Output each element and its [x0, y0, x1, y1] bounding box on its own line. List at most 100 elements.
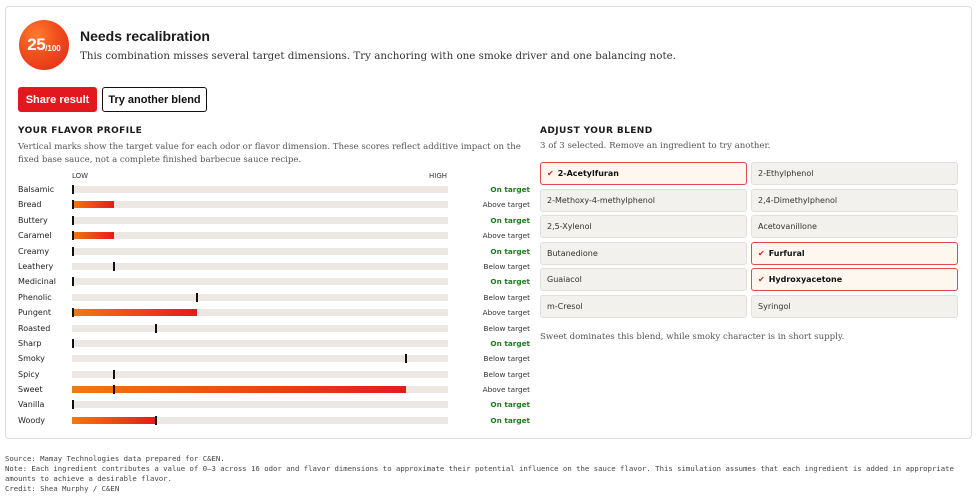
flavor-profile-note: Vertical marks show the target value for…	[18, 142, 521, 165]
flavor-label: Medicinal	[18, 277, 56, 287]
results-card: 25/100 Needs recalibration This combinat…	[5, 6, 972, 439]
flavor-label: Creamy	[18, 246, 50, 256]
target-status: On target	[490, 338, 530, 348]
flavor-row: Caramel Above target	[18, 228, 530, 243]
flavor-track	[72, 261, 448, 271]
flavor-track	[72, 292, 448, 302]
target-status: Below target	[483, 292, 530, 302]
flavor-track	[72, 215, 448, 225]
ingredient-chip[interactable]: Acetovanillone	[751, 215, 958, 239]
flavor-row: Phenolic Below target	[18, 290, 530, 305]
source-note: Source: Mamay Technologies data prepared…	[5, 454, 225, 463]
ingredient-name: 2-Acetylfuran	[557, 169, 619, 178]
try-another-blend-button[interactable]: Try another blend	[102, 87, 207, 112]
target-marker	[72, 200, 74, 210]
score-badge: 25/100	[19, 20, 69, 70]
ingredient-chip[interactable]: Syringol	[751, 295, 958, 318]
flavor-label: Bread	[18, 200, 42, 210]
flavor-track	[72, 338, 448, 348]
target-status: Below target	[483, 261, 530, 271]
target-marker	[72, 338, 74, 348]
target-status: Above target	[482, 231, 530, 241]
ingredient-chip[interactable]: ✔ Furfural	[751, 241, 958, 265]
ingredient-chip[interactable]: Butanedione	[540, 241, 747, 265]
flavor-level-bar	[72, 232, 114, 240]
verdict-message: This combination misses several target d…	[80, 50, 676, 62]
ingredient-chip[interactable]: Guaiacol	[540, 268, 747, 292]
flavor-row: Buttery On target	[18, 213, 530, 228]
target-status: Above target	[482, 200, 530, 210]
flavor-row: Bread Above target	[18, 197, 530, 212]
flavor-row: Balsamic On target	[18, 182, 530, 197]
target-marker	[405, 354, 408, 364]
ingredient-chip[interactable]: 2,4-Dimethylphenol	[751, 188, 958, 212]
flavor-profile-rows: Balsamic On target Bread Above target Butter…	[18, 182, 530, 428]
footnotes: Source: Mamay Technologies data prepared…	[5, 454, 975, 494]
flavor-track	[72, 308, 448, 318]
ingredient-name: Acetovanillone	[758, 222, 817, 232]
target-status: Above target	[482, 385, 530, 395]
flavor-track	[72, 231, 448, 241]
target-marker	[72, 231, 74, 241]
adjust-blend-heading: ADJUST YOUR BLEND	[540, 126, 653, 136]
score-max: /100	[45, 43, 61, 53]
target-marker	[72, 215, 74, 225]
target-status: Below target	[483, 323, 530, 333]
ingredient-chip[interactable]: ✔ Hydroxyacetone	[751, 268, 958, 292]
flavor-label: Caramel	[18, 231, 52, 241]
ingredient-name: Hydroxyacetone	[768, 275, 843, 285]
flavor-label: Spicy	[18, 369, 40, 379]
flavor-label: Leathery	[18, 261, 54, 271]
target-marker	[72, 400, 74, 410]
target-marker	[196, 292, 199, 302]
flavor-track	[72, 323, 448, 333]
blend-summary: Sweet dominates this blend, while smoky …	[540, 332, 845, 342]
ingredient-chip[interactable]: 2,5-Xylenol	[540, 215, 747, 239]
check-icon: ✔	[758, 275, 765, 285]
target-status: Below target	[483, 354, 530, 364]
target-marker	[112, 385, 115, 395]
flavor-track	[72, 369, 448, 379]
flavor-track	[72, 415, 448, 425]
flavor-row: Roasted Below target	[18, 321, 530, 336]
ingredient-name: Furfural	[768, 248, 805, 258]
ingredient-name: m-Cresol	[547, 302, 583, 311]
target-status: On target	[490, 277, 530, 287]
flavor-profile-heading: YOUR FLAVOR PROFILE	[18, 126, 143, 136]
method-note: Note: Each ingredient contributes a valu…	[5, 464, 954, 483]
target-marker	[72, 185, 74, 194]
flavor-row: Smoky Below target	[18, 351, 530, 366]
flavor-label: Phenolic	[18, 292, 52, 302]
flavor-label: Balsamic	[18, 185, 55, 194]
ingredient-name: 2,4-Dimethylphenol	[758, 195, 838, 205]
ingredient-name: Guaiacol	[547, 275, 582, 285]
share-result-button[interactable]: Share result	[18, 87, 97, 112]
flavor-track	[72, 246, 448, 256]
flavor-level-bar	[72, 201, 114, 209]
target-marker	[112, 261, 115, 271]
flavor-label: Pungent	[18, 308, 52, 318]
flavor-track	[72, 400, 448, 410]
check-icon: ✔	[547, 169, 554, 178]
ingredient-chip[interactable]: 2-Ethylphenol	[751, 162, 958, 185]
flavor-level-bar	[72, 416, 156, 424]
ingredient-name: 2,5-Xylenol	[547, 222, 592, 232]
target-status: Above target	[482, 308, 530, 318]
flavor-row: Leathery Below target	[18, 259, 530, 274]
target-status: On target	[490, 415, 530, 425]
flavor-track	[72, 385, 448, 395]
flavor-track	[72, 200, 448, 210]
target-marker	[72, 308, 74, 318]
flavor-track	[72, 185, 448, 194]
ingredient-chip[interactable]: ✔ 2-Acetylfuran	[540, 162, 747, 185]
ingredient-name: 2-Methoxy-4-methylphenol	[547, 195, 655, 205]
ingredient-name: Butanedione	[547, 248, 598, 258]
flavor-row: Medicinal On target	[18, 274, 530, 289]
target-status: On target	[490, 185, 530, 194]
target-marker	[154, 323, 157, 333]
target-marker	[72, 277, 74, 287]
verdict-title: Needs recalibration	[80, 28, 210, 44]
ingredient-chip[interactable]: 2-Methoxy-4-methylphenol	[540, 188, 747, 212]
ingredient-chip[interactable]: m-Cresol	[540, 295, 747, 318]
ingredient-name: 2-Ethylphenol	[758, 169, 814, 178]
